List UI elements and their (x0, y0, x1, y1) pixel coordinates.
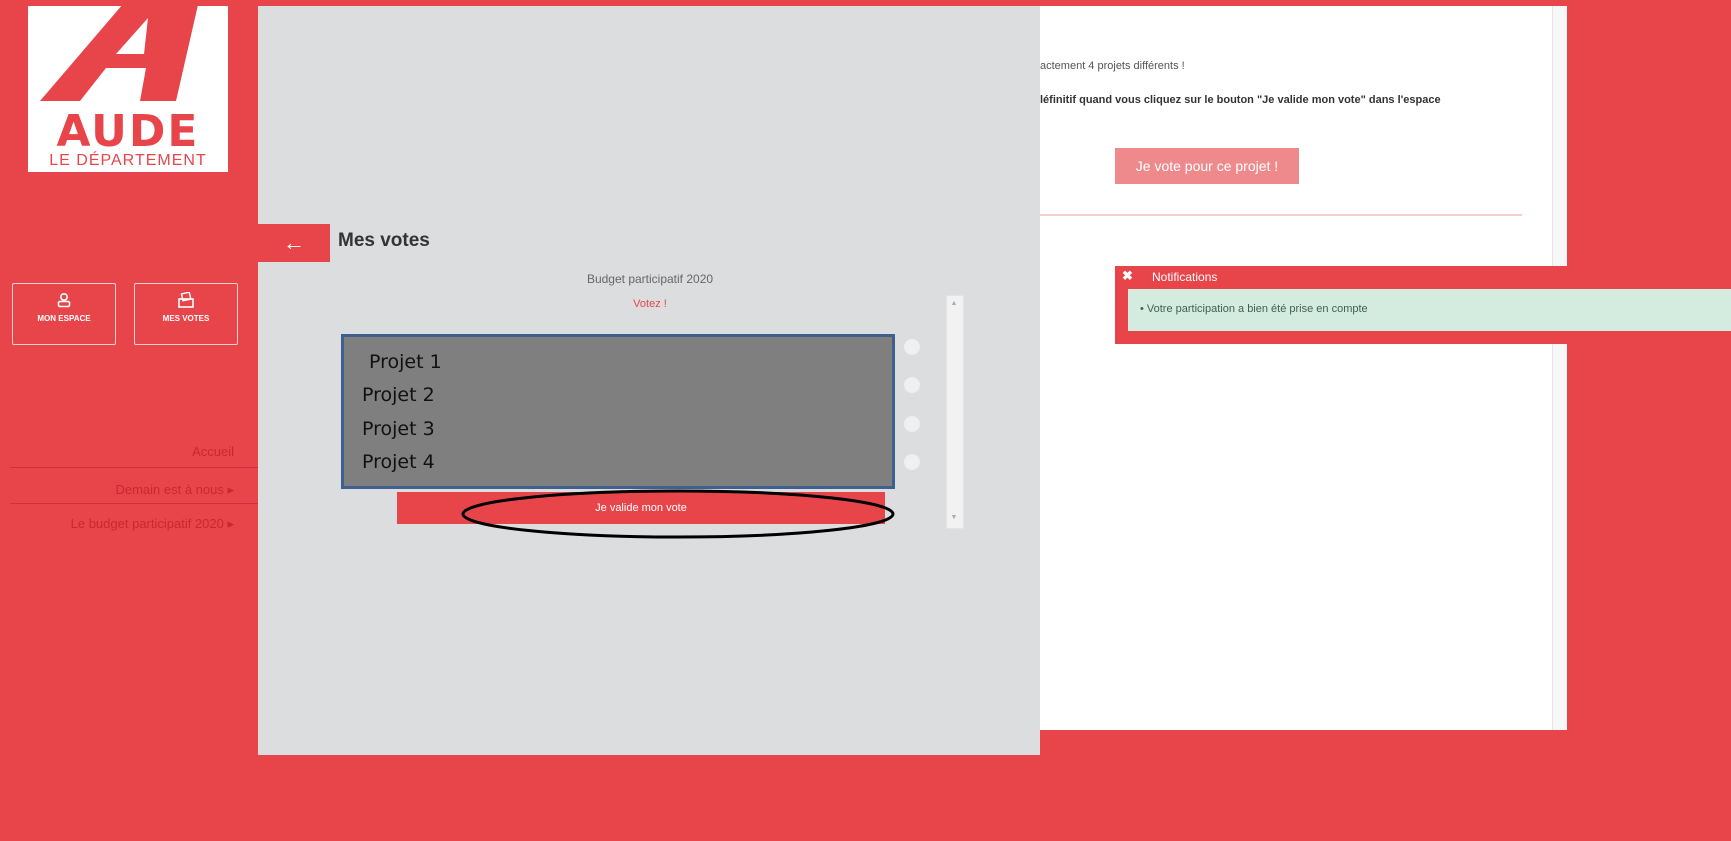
remove-project-2-radio[interactable] (904, 377, 920, 393)
project-item: Projet 1 (369, 351, 442, 373)
validate-vote-button[interactable]: Je valide mon vote (397, 492, 885, 524)
notification-title: Notifications (1152, 270, 1218, 284)
back-arrow-icon[interactable]: ← (258, 224, 330, 262)
aude-a-logo-mark (40, 6, 198, 101)
panel-scrollbar[interactable] (946, 295, 964, 529)
nav-accueil[interactable]: Accueil (0, 444, 234, 459)
page-scrollbar[interactable] (1552, 6, 1567, 730)
scroll-down-icon[interactable]: ▼ (950, 514, 958, 522)
logo-wordmark: AUDE (56, 106, 200, 157)
close-icon[interactable]: ✖ (1122, 268, 1133, 284)
content-divider (1040, 214, 1522, 216)
nav-divider (10, 467, 260, 468)
remove-project-3-radio[interactable] (904, 416, 920, 432)
budget-title: Budget participatif 2020 (586, 272, 714, 286)
mes-votes-button[interactable]: MES VOTES (134, 283, 238, 345)
logo-subtitle: LE DÉPARTEMENT (49, 152, 207, 169)
mes-votes-label: MES VOTES (162, 314, 210, 323)
mon-espace-button[interactable]: MON ESPACE (12, 283, 116, 345)
project-item: Projet 3 (362, 418, 435, 440)
notification-message: • Votre participation a bien été prise e… (1140, 303, 1368, 315)
nav-divider (10, 503, 260, 504)
project-item: Projet 4 (362, 451, 435, 473)
project-item: Projet 2 (362, 384, 435, 406)
votez-subtitle: Votez ! (633, 298, 667, 310)
rules-text-bold: léfinitif quand vous cliquez sur le bout… (1040, 94, 1441, 106)
nav-demain-est-a-nous[interactable]: Demain est à nous ▸ (0, 482, 234, 498)
remove-project-1-radio[interactable] (904, 339, 920, 355)
project-page (1040, 6, 1548, 730)
remove-project-4-radio[interactable] (904, 454, 920, 470)
rules-text: actement 4 projets différents ! (1040, 60, 1185, 72)
mon-espace-label: MON ESPACE (37, 314, 91, 323)
scroll-up-icon[interactable]: ▲ (950, 300, 958, 308)
panel-title: Mes votes (338, 230, 430, 251)
vote-for-project-button[interactable]: Je vote pour ce projet ! (1115, 148, 1299, 184)
ballot-box-icon (178, 292, 194, 308)
nav-budget-participatif[interactable]: Le budget participatif 2020 ▸ (0, 516, 234, 532)
user-icon (57, 292, 71, 308)
aude-logo[interactable]: AUDE LE DÉPARTEMENT (28, 6, 228, 172)
